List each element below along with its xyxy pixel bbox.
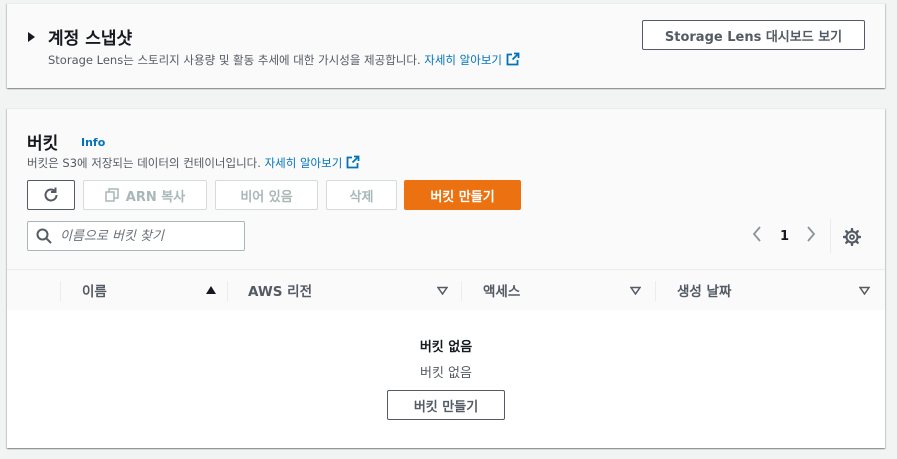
column-name-label: 이름 (82, 284, 107, 300)
next-page-icon[interactable] (805, 225, 817, 247)
column-header-access[interactable]: 액세스 (483, 270, 641, 310)
info-link[interactable]: Info (81, 136, 105, 149)
snapshot-learn-more-label: 자세히 알아보기 (424, 53, 502, 67)
buckets-description: 버킷은 S3에 저장되는 데이터의 컨테이너입니다. 자세히 알아보기 (27, 155, 360, 171)
sort-icon (437, 286, 448, 295)
column-region-label: AWS 리전 (248, 284, 312, 300)
table-header: 이름 AWS 리전 액세스 생성 날짜 (7, 269, 885, 311)
buckets-learn-more-label: 자세히 알아보기 (264, 156, 343, 170)
storage-lens-dashboard-button[interactable]: Storage Lens 대시보드 보기 (642, 20, 865, 50)
table-body: 버킷 없음 버킷 없음 버킷 만들기 (7, 310, 885, 448)
column-header-created[interactable]: 생성 날짜 (677, 270, 870, 310)
column-divider (461, 281, 462, 301)
bucket-search-input[interactable] (58, 227, 242, 245)
sort-icon (630, 286, 641, 295)
empty-state-title: 버킷 없음 (419, 340, 473, 355)
sort-ascending-icon (206, 286, 216, 294)
search-icon (36, 228, 52, 244)
refresh-icon (44, 187, 58, 202)
snapshot-title[interactable]: 계정 스냅샷 (48, 24, 132, 49)
snapshot-learn-more-link[interactable]: 자세히 알아보기 (424, 52, 520, 67)
prev-page-icon[interactable] (751, 225, 763, 247)
delete-bucket-button[interactable]: 삭제 (326, 180, 397, 210)
refresh-button[interactable] (27, 180, 75, 210)
sort-icon (859, 286, 870, 295)
snapshot-description-text: Storage Lens는 스토리지 사용량 및 활동 추세에 대한 가시성을 … (48, 53, 421, 67)
pager-divider (830, 219, 831, 253)
empty-bucket-button[interactable]: 비어 있음 (215, 180, 318, 210)
buckets-title: 버킷 (27, 134, 59, 154)
account-snapshot-panel: 계정 스냅샷 Storage Lens는 스토리지 사용량 및 활동 추세에 대… (7, 3, 885, 88)
copy-arn-button[interactable]: ARN 복사 (83, 180, 207, 210)
empty-state-subtitle: 버킷 없음 (420, 366, 472, 381)
expand-caret-icon[interactable] (28, 32, 35, 42)
buckets-description-text: 버킷은 S3에 저장되는 데이터의 컨테이너입니다. (27, 156, 261, 170)
create-bucket-button[interactable]: 버킷 만들기 (404, 180, 521, 210)
buckets-panel: 버킷 Info 버킷은 S3에 저장되는 데이터의 컨테이너입니다. 자세히 알… (7, 108, 885, 448)
copy-icon (105, 188, 119, 202)
column-created-label: 생성 날짜 (677, 284, 732, 300)
settings-gear-icon[interactable] (842, 227, 862, 250)
external-link-icon (346, 155, 360, 169)
bucket-search[interactable] (27, 221, 245, 251)
column-header-region[interactable]: AWS 리전 (248, 270, 448, 310)
snapshot-description: Storage Lens는 스토리지 사용량 및 활동 추세에 대한 가시성을 … (48, 52, 520, 68)
column-divider (655, 281, 656, 301)
buckets-learn-more-link[interactable]: 자세히 알아보기 (264, 155, 361, 170)
column-divider (60, 281, 61, 301)
empty-state-create-button[interactable]: 버킷 만들기 (387, 390, 505, 420)
column-divider (227, 281, 228, 301)
external-link-icon (506, 52, 520, 66)
current-page[interactable]: 1 (780, 229, 789, 244)
copy-arn-label: ARN 복사 (125, 189, 186, 205)
column-header-name[interactable]: 이름 (82, 270, 217, 310)
column-access-label: 액세스 (483, 284, 521, 300)
